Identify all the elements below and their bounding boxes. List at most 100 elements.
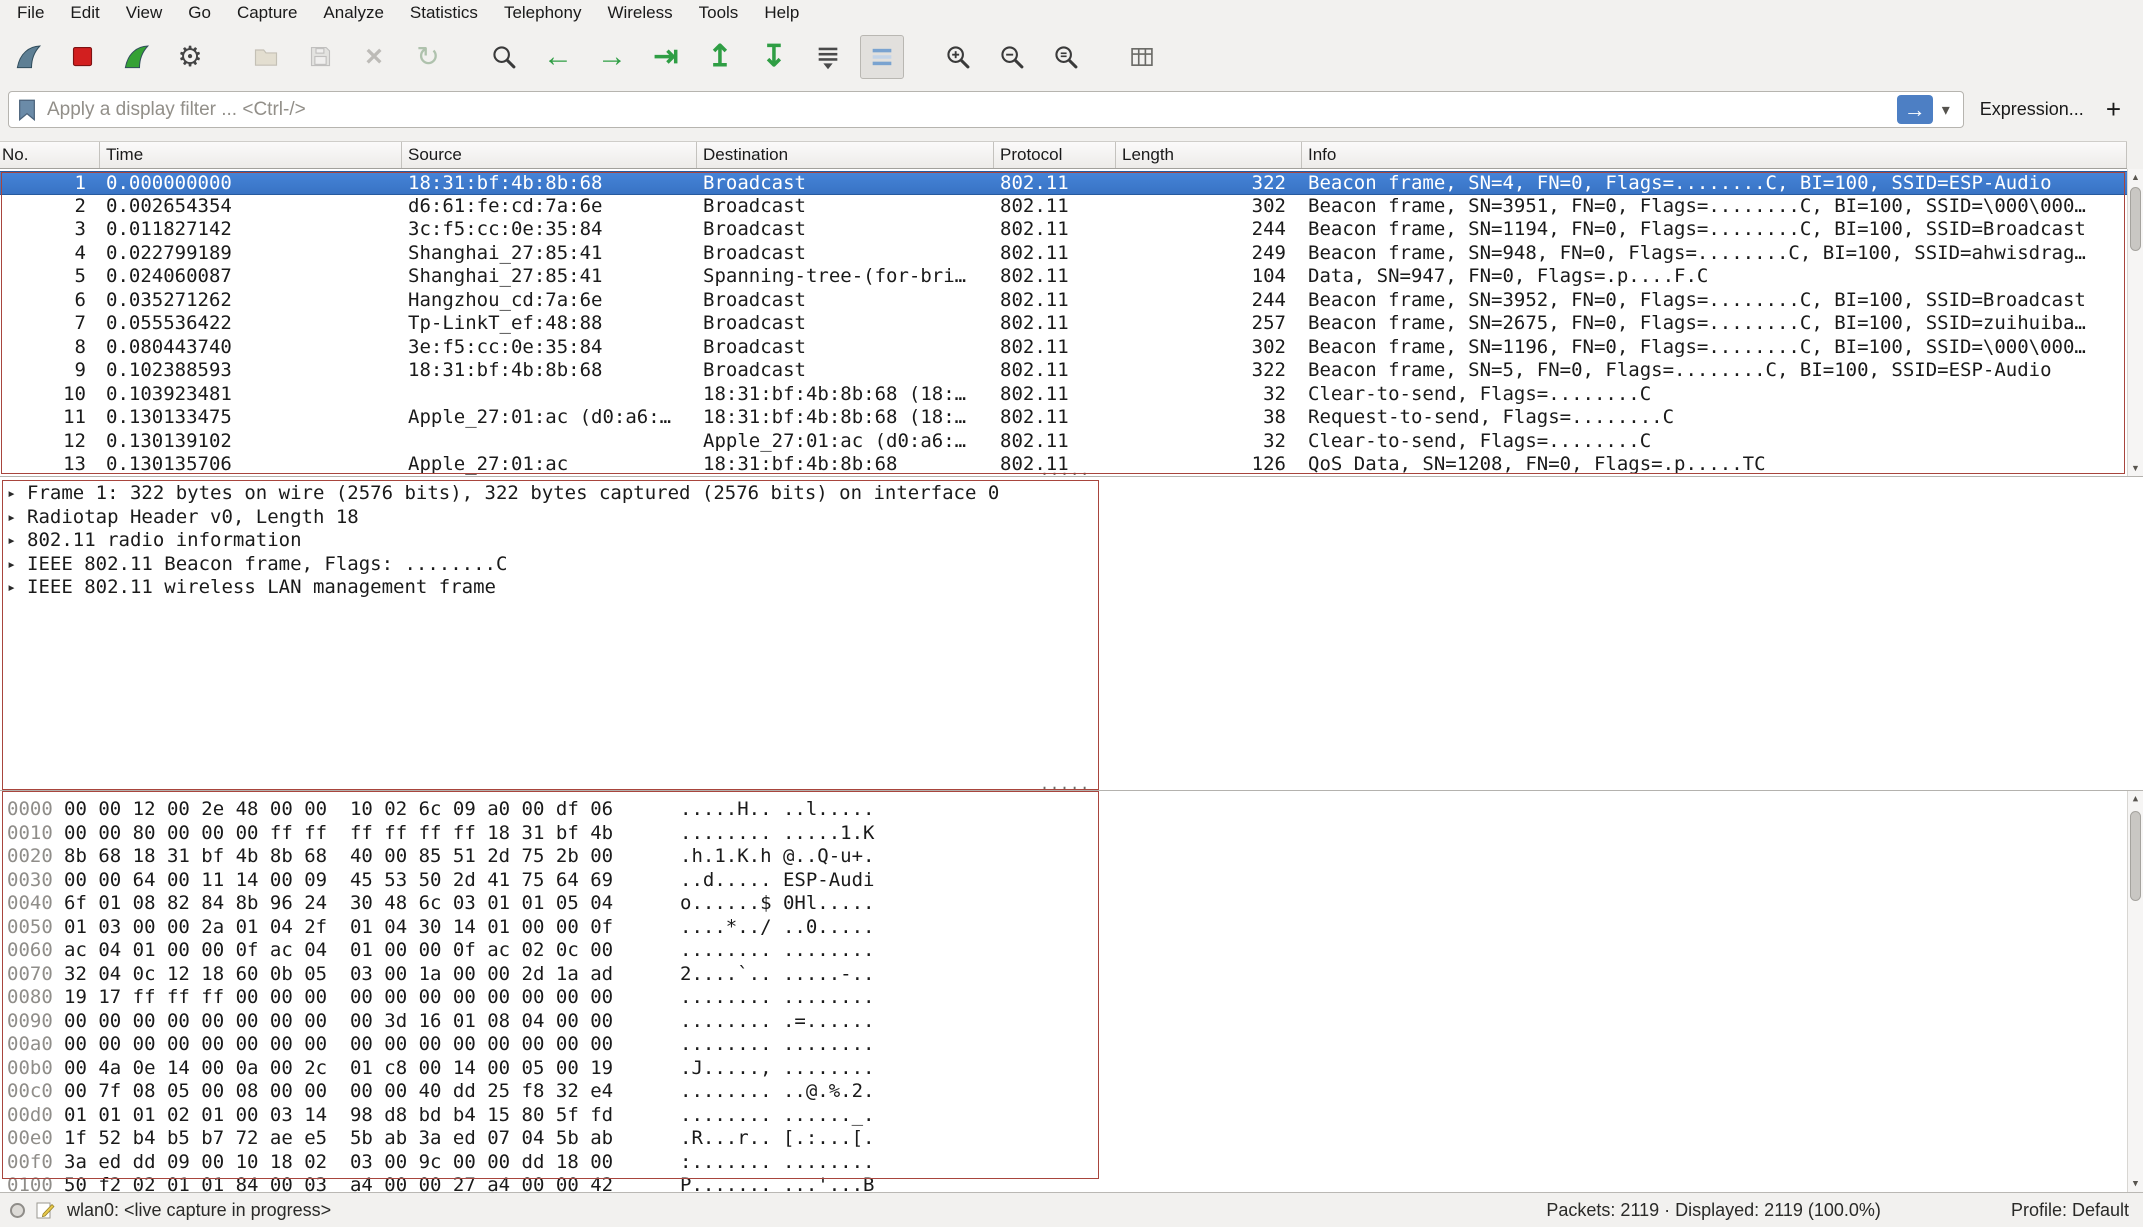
packet-row[interactable]: 10.00000000018:31:bf:4b:8b:68Broadcast80… — [0, 171, 2127, 195]
detail-line[interactable]: ▸IEEE 802.11 Beacon frame, Flags: ......… — [0, 553, 2143, 577]
hex-row[interactable]: 003000 00 64 00 11 14 00 09 45 53 50 2d … — [0, 869, 2143, 893]
splitter-handle-top[interactable]: ····· — [1040, 471, 1090, 479]
restart-capture-icon[interactable] — [114, 35, 158, 79]
hex-row[interactable]: 008019 17 ff ff ff 00 00 00 00 00 00 00 … — [0, 986, 2143, 1010]
expander-icon[interactable]: ▸ — [7, 576, 27, 600]
packet-row[interactable]: 40.022799189Shanghai_27:85:41Broadcast80… — [0, 242, 2127, 266]
last-packet-icon[interactable]: ↧ — [752, 35, 796, 79]
detail-line[interactable]: ▸802.11 radio information — [0, 529, 2143, 553]
hex-row[interactable]: 00f03a ed dd 09 00 10 18 02 03 00 9c 00 … — [0, 1151, 2143, 1175]
menu-file[interactable]: File — [4, 0, 57, 25]
packet-list-scrollbar[interactable]: ▲ ▼ — [2127, 169, 2143, 476]
packet-row[interactable]: 110.130133475Apple_27:01:ac (d0:a6:…18:3… — [0, 406, 2127, 430]
filter-bookmark-icon[interactable] — [17, 99, 37, 121]
menu-wireless[interactable]: Wireless — [594, 0, 685, 25]
save-file-icon[interactable] — [298, 35, 342, 79]
detail-line[interactable]: ▸IEEE 802.11 wireless LAN management fra… — [0, 576, 2143, 600]
hex-row[interactable]: 00406f 01 08 82 84 8b 96 24 30 48 6c 03 … — [0, 892, 2143, 916]
column-header-length[interactable]: Length — [1116, 142, 1302, 168]
column-header-source[interactable]: Source — [402, 142, 697, 168]
expander-icon[interactable]: ▸ — [7, 529, 27, 553]
packet-row[interactable]: 80.0804437403e:f5:cc:0e:35:84Broadcast80… — [0, 336, 2127, 360]
packet-row[interactable]: 70.055536422Tp-LinkT_ef:48:88Broadcast80… — [0, 312, 2127, 336]
profile-selector[interactable]: Profile: Default — [2011, 1200, 2129, 1221]
scroll-down-icon[interactable]: ▼ — [2128, 460, 2143, 476]
next-packet-icon[interactable]: → — [590, 35, 634, 79]
menu-edit[interactable]: Edit — [57, 0, 112, 25]
menu-telephony[interactable]: Telephony — [491, 0, 595, 25]
capture-comment-icon[interactable] — [35, 1200, 55, 1220]
packet-list-scrollbar-thumb[interactable] — [2130, 187, 2141, 251]
scroll-up-icon[interactable]: ▲ — [2128, 791, 2143, 807]
column-header-no[interactable]: No. — [0, 142, 100, 168]
hex-row[interactable]: 0060ac 04 01 00 00 0f ac 04 01 00 00 0f … — [0, 939, 2143, 963]
column-header-time[interactable]: Time — [100, 142, 402, 168]
zoom-reset-icon[interactable] — [1044, 35, 1088, 79]
filter-apply-button[interactable]: → — [1897, 95, 1933, 124]
hex-row[interactable]: 009000 00 00 00 00 00 00 00 00 3d 16 01 … — [0, 1010, 2143, 1034]
packet-row[interactable]: 90.10238859318:31:bf:4b:8b:68Broadcast80… — [0, 359, 2127, 383]
filter-dropdown-caret[interactable]: ▾ — [1933, 100, 1959, 120]
resize-columns-icon[interactable] — [1120, 35, 1164, 79]
hex-row[interactable]: 00d001 01 01 02 01 00 03 14 98 d8 bd b4 … — [0, 1104, 2143, 1128]
hex-ascii: .....H.. ..l..... — [680, 798, 874, 822]
zoom-in-icon[interactable] — [936, 35, 980, 79]
reload-icon[interactable]: ↻ — [406, 35, 450, 79]
packet-row[interactable]: 120.130139102Apple_27:01:ac (d0:a6:…802.… — [0, 430, 2127, 454]
capture-options-icon[interactable]: ⚙ — [168, 35, 212, 79]
scroll-up-icon[interactable]: ▲ — [2128, 169, 2143, 185]
zoom-out-icon[interactable] — [990, 35, 1034, 79]
packet-no: 3 — [0, 218, 100, 242]
start-capture-icon[interactable] — [6, 35, 50, 79]
display-filter-input[interactable]: Apply a display filter ... <Ctrl-/> → ▾ — [8, 91, 1964, 128]
expander-icon[interactable]: ▸ — [7, 506, 27, 530]
autoscroll-icon[interactable] — [806, 35, 850, 79]
first-packet-icon[interactable]: ↥ — [698, 35, 742, 79]
hex-row[interactable]: 00208b 68 18 31 bf 4b 8b 68 40 00 85 51 … — [0, 845, 2143, 869]
close-file-icon[interactable]: × — [352, 35, 396, 79]
column-header-destination[interactable]: Destination — [697, 142, 994, 168]
find-packet-icon[interactable] — [482, 35, 526, 79]
packet-row[interactable]: 20.002654354d6:61:fe:cd:7a:6eBroadcast80… — [0, 195, 2127, 219]
menu-analyze[interactable]: Analyze — [310, 0, 396, 25]
hex-row[interactable]: 00b000 4a 0e 14 00 0a 00 2c 01 c8 00 14 … — [0, 1057, 2143, 1081]
hex-offset: 0000 — [0, 798, 64, 822]
add-filter-button[interactable]: + — [2100, 94, 2133, 125]
scroll-down-icon[interactable]: ▼ — [2128, 1176, 2143, 1192]
packet-row[interactable]: 60.035271262Hangzhou_cd:7a:6eBroadcast80… — [0, 289, 2127, 313]
open-file-icon[interactable] — [244, 35, 288, 79]
packet-row[interactable]: 30.0118271423c:f5:cc:0e:35:84Broadcast80… — [0, 218, 2127, 242]
wireshark-window: FileEditViewGoCaptureAnalyzeStatisticsTe… — [0, 0, 2143, 1227]
menu-help[interactable]: Help — [751, 0, 812, 25]
menu-view[interactable]: View — [113, 0, 176, 25]
expression-button[interactable]: Expression... — [1964, 99, 2100, 120]
detail-line[interactable]: ▸Radiotap Header v0, Length 18 — [0, 506, 2143, 530]
menu-statistics[interactable]: Statistics — [397, 0, 491, 25]
packet-row[interactable]: 100.10392348118:31:bf:4b:8b:68 (18:…802.… — [0, 383, 2127, 407]
hex-row[interactable]: 00e01f 52 b4 b5 b7 72 ae e5 5b ab 3a ed … — [0, 1127, 2143, 1151]
hex-row[interactable]: 001000 00 80 00 00 00 ff ff ff ff ff ff … — [0, 822, 2143, 846]
previous-packet-icon[interactable]: ← — [536, 35, 580, 79]
hex-row[interactable]: 010050 f2 02 01 01 84 00 03 a4 00 00 27 … — [0, 1174, 2143, 1192]
column-header-protocol[interactable]: Protocol — [994, 142, 1116, 168]
hex-row[interactable]: 000000 00 12 00 2e 48 00 00 10 02 6c 09 … — [0, 798, 2143, 822]
capture-status-icon[interactable] — [10, 1203, 25, 1218]
hex-row[interactable]: 005001 03 00 00 2a 01 04 2f 01 04 30 14 … — [0, 916, 2143, 940]
menu-capture[interactable]: Capture — [224, 0, 310, 25]
expander-icon[interactable]: ▸ — [7, 482, 27, 506]
packet-row[interactable]: 50.024060087Shanghai_27:85:41Spanning-tr… — [0, 265, 2127, 289]
column-header-info[interactable]: Info — [1302, 142, 2127, 168]
expander-icon[interactable]: ▸ — [7, 553, 27, 577]
menu-tools[interactable]: Tools — [686, 0, 752, 25]
hex-row[interactable]: 007032 04 0c 12 18 60 0b 05 03 00 1a 00 … — [0, 963, 2143, 987]
colorize-icon[interactable] — [860, 35, 904, 79]
bytes-scrollbar[interactable]: ▲ ▼ — [2127, 791, 2143, 1192]
splitter-handle-bottom[interactable]: ····· — [1040, 785, 1090, 793]
menu-go[interactable]: Go — [175, 0, 224, 25]
goto-packet-icon[interactable]: ⇥ — [644, 35, 688, 79]
hex-row[interactable]: 00c000 7f 08 05 00 08 00 00 00 00 40 dd … — [0, 1080, 2143, 1104]
hex-row[interactable]: 00a000 00 00 00 00 00 00 00 00 00 00 00 … — [0, 1033, 2143, 1057]
detail-line[interactable]: ▸Frame 1: 322 bytes on wire (2576 bits),… — [0, 482, 2143, 506]
stop-capture-icon[interactable] — [60, 35, 104, 79]
bytes-scrollbar-thumb[interactable] — [2130, 811, 2141, 901]
